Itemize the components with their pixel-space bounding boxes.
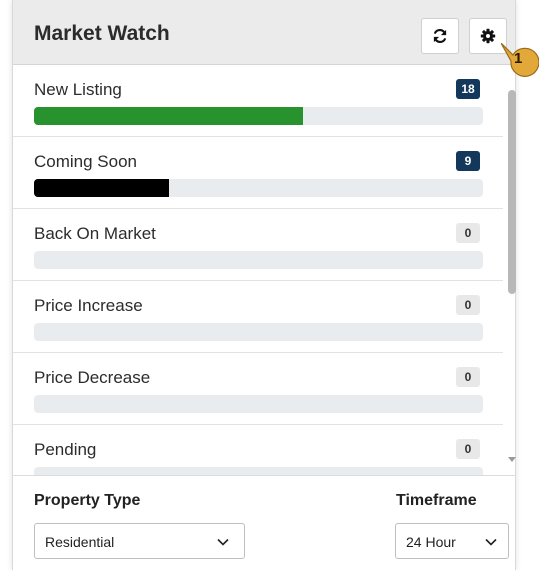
item-label: New Listing — [34, 80, 122, 99]
timeframe-label: Timeframe — [396, 492, 477, 509]
count-badge: 0 — [456, 367, 480, 387]
count-badge: 0 — [456, 295, 480, 315]
item-label: Pending — [34, 440, 97, 459]
item-label: Price Increase — [34, 296, 143, 315]
chevron-down-icon — [485, 538, 497, 546]
item-label: Coming Soon — [34, 152, 138, 171]
count-badge: 9 — [456, 151, 480, 171]
scroll-down-arrow-icon[interactable] — [508, 457, 516, 462]
refresh-icon — [433, 28, 447, 44]
progress-track — [34, 179, 483, 197]
count-badge: 0 — [456, 439, 480, 459]
chevron-down-icon — [217, 538, 229, 546]
refresh-button[interactable] — [421, 18, 459, 54]
progress-track — [34, 467, 483, 475]
count-badge: 18 — [456, 79, 480, 99]
list-item[interactable]: Back On Market 0 — [13, 209, 503, 281]
progress-track — [34, 251, 483, 269]
property-type-label: Property Type — [34, 492, 141, 509]
list-item[interactable]: Price Decrease 0 — [13, 353, 503, 425]
property-type-value: Residential — [45, 534, 115, 550]
timeframe-value: 24 Hour — [406, 534, 456, 550]
market-watch-list: New Listing 18 Coming Soon 9 Back On Mar… — [13, 65, 503, 475]
item-label: Back On Market — [34, 224, 156, 243]
count-badge: 0 — [456, 223, 480, 243]
progress-fill — [34, 179, 169, 197]
scrollbar-thumb[interactable] — [508, 90, 516, 294]
progress-fill — [34, 107, 304, 125]
filter-footer: Property Type Timeframe Residential 24 H… — [13, 475, 515, 571]
progress-track — [34, 323, 483, 341]
property-type-select[interactable]: Residential — [34, 523, 245, 559]
item-label: Price Decrease — [34, 368, 151, 387]
list-scrollbar[interactable] — [505, 65, 516, 475]
list-item[interactable]: Price Increase 0 — [13, 281, 503, 353]
market-watch-panel: Market Watch New Listing 18 Coming Soon … — [12, 0, 516, 571]
timeframe-select[interactable]: 24 Hour — [395, 523, 509, 559]
list-item[interactable]: Coming Soon 9 — [13, 137, 503, 209]
callout-number: 1 — [514, 50, 523, 67]
progress-track — [34, 395, 483, 413]
panel-header: Market Watch — [13, 0, 515, 65]
panel-title: Market Watch — [34, 22, 170, 45]
list-item[interactable]: New Listing 18 — [13, 65, 503, 137]
progress-track — [34, 107, 483, 125]
gear-icon — [480, 28, 496, 44]
list-item[interactable]: Pending 0 — [13, 425, 503, 475]
